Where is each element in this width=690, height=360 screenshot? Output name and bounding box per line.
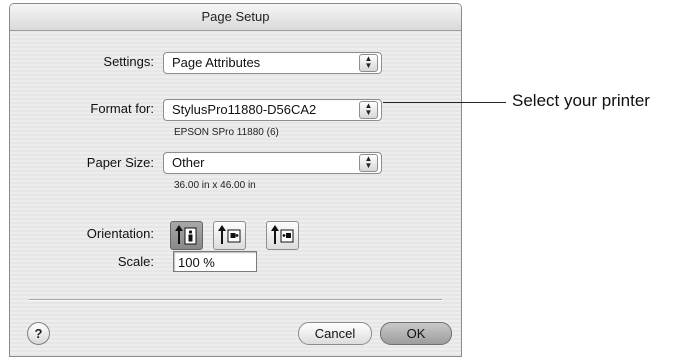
ok-button[interactable]: OK [380,322,452,345]
separator [29,299,442,301]
scale-input[interactable]: 100 % [173,251,257,272]
up-down-arrows-icon: ▲ ▼ [359,54,378,72]
orientation-landscape-left-button[interactable] [213,221,246,250]
settings-label: Settings: [103,54,154,69]
up-down-arrows-icon: ▲ ▼ [359,154,378,172]
paper-size-popup[interactable]: Other ▲ ▼ [163,152,382,174]
dialog-title: Page Setup [10,4,461,31]
callout-line [383,102,506,103]
callout-text: Select your printer [512,91,650,110]
orientation-portrait-button[interactable] [170,221,203,250]
paper-size-label: Paper Size: [86,155,154,170]
format-for-popup[interactable]: StylusPro11880-D56CA2 ▲ ▼ [163,99,382,121]
up-down-arrows-icon: ▲ ▼ [359,101,378,119]
format-for-label: Format for: [90,101,154,116]
paper-dimensions-text: 36.00 in x 46.00 in [174,180,256,191]
settings-value: Page Attributes [172,55,261,70]
cancel-button[interactable]: Cancel [298,322,372,345]
landscape-right-icon [271,225,294,244]
orientation-label: Orientation: [86,226,154,241]
paper-size-value: Other [172,155,205,170]
portrait-icon [175,225,197,245]
page-setup-dialog: Page Setup Settings: Page Attributes ▲ ▼ … [9,3,462,357]
scale-label: Scale: [117,254,154,269]
settings-popup[interactable]: Page Attributes ▲ ▼ [163,52,382,74]
printer-model-text: EPSON SPro 11880 (6) [174,127,279,138]
landscape-left-icon [218,225,241,244]
help-button[interactable]: ? [27,322,50,345]
orientation-landscape-right-button[interactable] [266,221,299,250]
format-for-value: StylusPro11880-D56CA2 [172,102,317,117]
